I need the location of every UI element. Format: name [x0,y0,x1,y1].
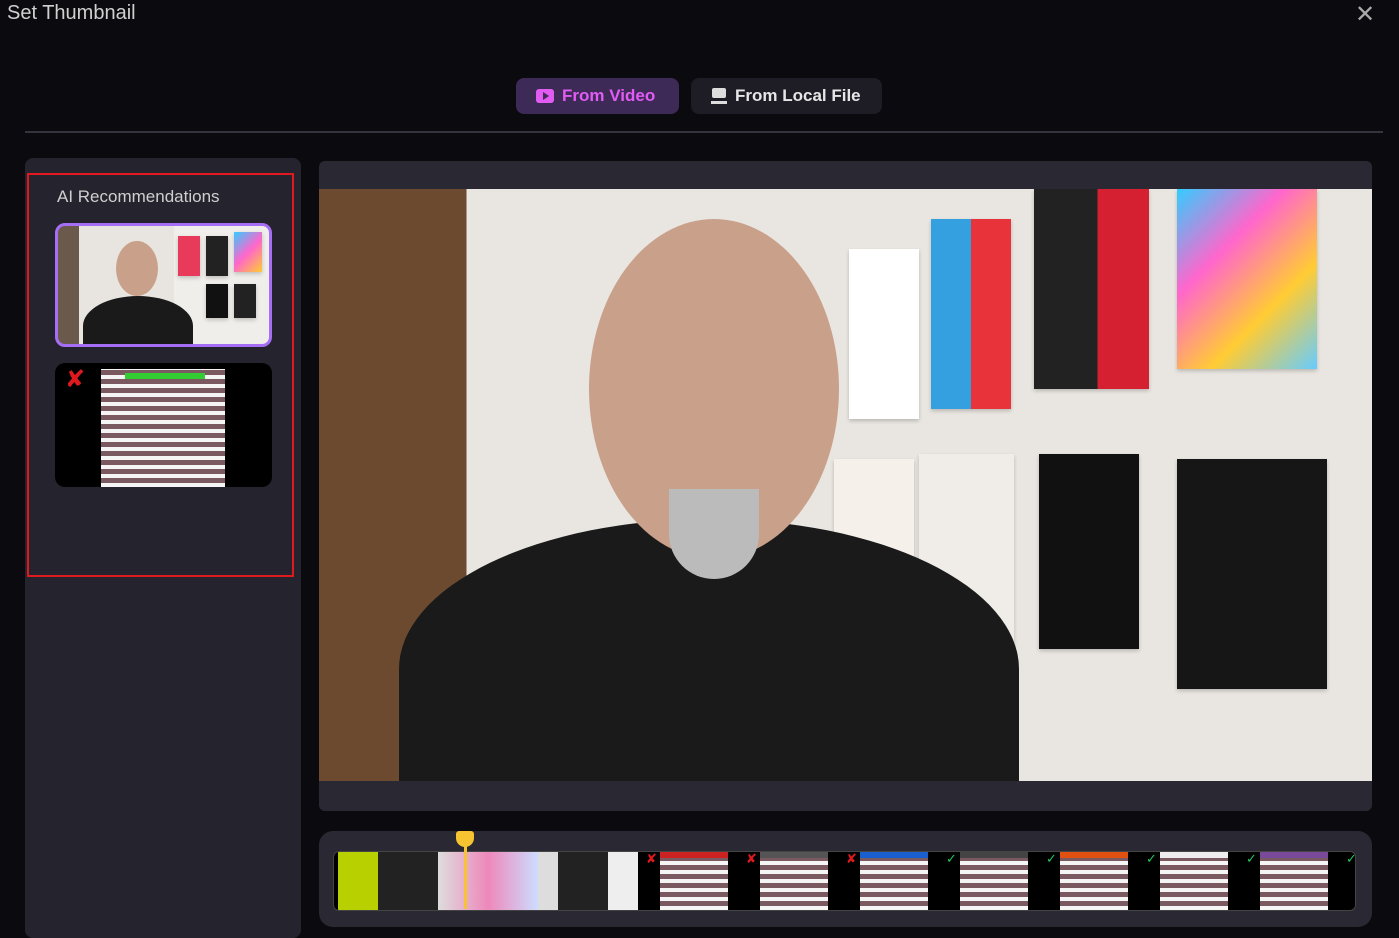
poster [1039,454,1139,649]
accept-icon: ✓ [1346,852,1356,867]
poster [206,284,228,318]
video-play-icon [536,89,554,103]
timeline-frame[interactable] [760,852,828,910]
poster [234,284,256,318]
tab-label: From Local File [735,86,861,105]
dialog-title: Set Thumbnail [7,2,136,24]
accept-icon: ✓ [1146,852,1157,867]
poster [849,249,919,419]
screenshot-image [101,369,225,487]
tab-from-video[interactable]: From Video [516,78,679,114]
timeline-frame[interactable] [1160,852,1228,910]
timeline[interactable]: ✘ ✘ ✘ ✓ ✓ ✓ ✓ ✓ [319,831,1372,927]
recommendation-thumbnail-rejected[interactable]: ✘ [55,363,272,487]
close-icon[interactable]: ✕ [1355,0,1375,28]
preview-panel [319,161,1372,811]
source-tabs: From Video From Local File [516,78,882,114]
poster [206,236,228,276]
poster [178,236,200,276]
poster [931,219,1011,409]
recommendation-thumbnail-selected[interactable] [55,223,272,347]
banner [125,373,205,379]
poster [234,232,262,272]
timeline-frame[interactable] [860,852,928,910]
poster [1177,189,1317,369]
reject-icon: ✘ [746,852,757,867]
reject-icon: ✘ [846,852,857,867]
poster [1177,459,1327,689]
tab-from-local-file[interactable]: From Local File [691,78,882,114]
frame-strip[interactable]: ✘ ✘ ✘ ✓ ✓ ✓ ✓ ✓ [333,851,1356,911]
timeline-frame[interactable] [1260,852,1328,910]
reject-icon: ✘ [65,365,86,393]
ai-recommendations-panel: AI Recommendations ✘ [27,173,294,577]
timeline-frame[interactable] [538,852,638,910]
timeline-frame[interactable] [1060,852,1128,910]
reject-icon: ✘ [646,852,657,867]
accept-icon: ✓ [1046,852,1057,867]
playhead-handle[interactable] [456,831,474,847]
tab-label: From Video [562,86,656,105]
timeline-frame[interactable] [338,852,438,910]
beard [669,489,759,579]
accept-icon: ✓ [1246,852,1257,867]
person-image [83,296,193,344]
timeline-frame[interactable] [660,852,728,910]
divider [25,131,1383,133]
head-image [116,241,158,296]
accept-icon: ✓ [946,852,957,867]
timeline-frame[interactable] [438,852,538,910]
ai-recommendations-label: AI Recommendations [57,187,220,206]
timeline-frame[interactable] [960,852,1028,910]
laptop-icon [711,88,727,104]
video-frame-preview [319,189,1372,781]
poster [1034,189,1149,389]
